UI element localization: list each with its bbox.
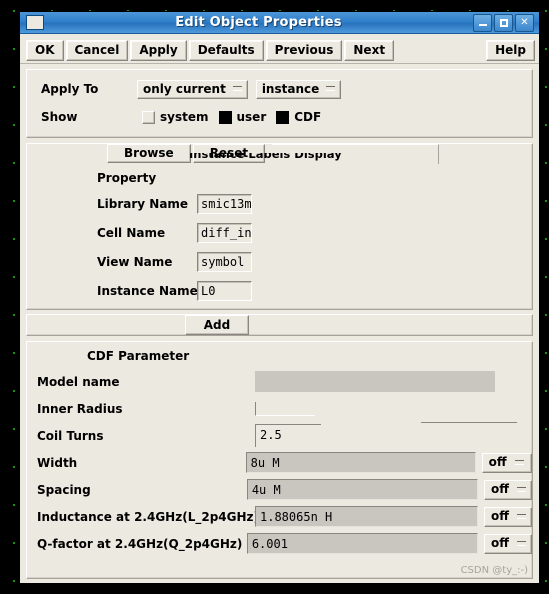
show-checkbox-system[interactable]: system	[142, 110, 209, 124]
inductance-toggle-dropdown[interactable]: off	[484, 506, 532, 527]
title-bar[interactable]: Edit Object Properties ✕	[20, 12, 539, 34]
inductance-toggle-value: off	[491, 509, 509, 523]
apply-button[interactable]: Apply	[130, 40, 187, 61]
cell-name-input[interactable]: diff_ind	[197, 222, 252, 243]
chevron-down-icon	[326, 86, 336, 91]
minimize-icon	[478, 24, 487, 26]
help-button[interactable]: Help	[486, 40, 535, 61]
chevron-down-icon	[517, 486, 526, 492]
property-row-view-name: View Name symbol	[27, 247, 532, 276]
width-toggle-value: off	[488, 455, 507, 469]
spacing-toggle-value: off	[491, 482, 509, 496]
chevron-down-icon	[517, 540, 526, 546]
window-menu-icon[interactable]	[26, 15, 44, 30]
add-bar-spacer	[27, 315, 185, 335]
browse-button[interactable]: Browse	[107, 144, 191, 163]
window-controls: ✕	[473, 13, 534, 32]
property-subtoolbar: Browse Reset Instance Labels Display	[27, 144, 532, 164]
ok-button[interactable]: OK	[26, 40, 64, 61]
maximize-button[interactable]	[494, 13, 513, 32]
cdf-row-model-name: Model name	[27, 368, 532, 395]
desktop-background: Edit Object Properties ✕ OK Cancel Apply…	[0, 0, 549, 594]
instance-name-input[interactable]: L0	[197, 280, 252, 301]
qfactor-input[interactable]: 6.001	[246, 533, 479, 554]
property-row-instance-name: Instance Name L0	[27, 276, 532, 305]
checkbox-checked-icon	[276, 110, 290, 124]
spacing-label: Spacing	[37, 482, 91, 497]
defaults-button[interactable]: Defaults	[188, 40, 264, 61]
cdf-row-qfactor: Q-factor at 2.4GHz(Q_2p4GHz) 6.001 off	[27, 530, 532, 557]
property-row-cell-name: Cell Name diff_ind	[27, 218, 532, 247]
cell-name-label: Cell Name	[97, 225, 166, 240]
checkbox-icon	[142, 110, 155, 124]
show-checkbox-system-label: system	[160, 110, 209, 124]
cdf-row-coil-turns: Coil Turns 2.5	[27, 422, 532, 449]
qfactor-toggle-dropdown[interactable]: off	[484, 533, 532, 554]
cdf-row-inductance: Inductance at 2.4GHz(L_2p4GHz) 1.88065n …	[27, 503, 532, 530]
coil-turns-label: Coil Turns	[37, 428, 104, 443]
show-checkbox-cdf[interactable]: CDF	[276, 110, 321, 124]
inner-radius-input[interactable]	[255, 401, 315, 416]
property-panel: Browse Reset Instance Labels Display Pro…	[26, 143, 533, 310]
apply-to-label: Apply To	[41, 82, 99, 96]
chevron-down-icon	[232, 86, 242, 91]
cdf-row-width: Width 8u M off	[27, 449, 532, 476]
subtoolbar-tail	[272, 144, 439, 164]
apply-target-value: instance	[261, 81, 320, 96]
apply-to-panel: Apply To only current instance Show syst…	[26, 69, 533, 138]
add-property-bar: Add	[26, 314, 533, 336]
show-checkbox-cdf-label: CDF	[294, 110, 322, 124]
inner-radius-label: Inner Radius	[37, 401, 123, 416]
previous-button[interactable]: Previous	[265, 40, 343, 61]
cdf-parameter-panel: CDF Parameter Model name Inner Radius Co…	[26, 341, 533, 579]
spacing-input[interactable]: 4u M	[246, 479, 479, 500]
apply-scope-value: only current	[143, 81, 226, 96]
show-checkbox-group: system user CDF	[142, 110, 331, 124]
edit-object-properties-window: Edit Object Properties ✕ OK Cancel Apply…	[19, 11, 540, 584]
cdf-row-inner-radius: Inner Radius	[27, 395, 532, 422]
width-input[interactable]: 8u M	[245, 452, 476, 473]
library-name-input[interactable]: smic13mmrf	[197, 193, 252, 214]
maximize-icon	[499, 18, 508, 27]
show-row: Show system user CDF	[27, 105, 532, 129]
dialog-body: Apply To only current instance Show syst…	[20, 64, 539, 583]
library-name-label: Library Name	[97, 196, 189, 211]
coil-turns-toggle-stub	[421, 422, 517, 430]
apply-target-dropdown[interactable]: instance	[255, 79, 342, 99]
qfactor-toggle-value: off	[491, 536, 509, 550]
view-name-input[interactable]: symbol	[197, 251, 252, 272]
coil-turns-input[interactable]: 2.5	[255, 424, 321, 447]
inductance-label: Inductance at 2.4GHz(L_2p4GHz)	[37, 509, 259, 524]
model-name-value[interactable]	[255, 371, 495, 392]
property-row-library-name: Library Name smic13mmrf	[27, 189, 532, 218]
minimize-button[interactable]	[473, 13, 492, 32]
inductance-input[interactable]: 1.88065n H	[255, 506, 479, 527]
cdf-heading: CDF Parameter	[87, 349, 190, 363]
cancel-button[interactable]: Cancel	[65, 40, 129, 61]
width-toggle-dropdown[interactable]: off	[481, 452, 532, 473]
width-label: Width	[37, 455, 78, 470]
show-checkbox-user-label: user	[236, 110, 267, 124]
property-heading: Property	[97, 171, 157, 185]
apply-to-row: Apply To only current instance	[27, 77, 532, 101]
checkbox-checked-icon	[218, 110, 232, 124]
chevron-down-icon	[514, 459, 524, 465]
show-label: Show	[41, 110, 78, 124]
show-checkbox-user[interactable]: user	[218, 110, 267, 124]
spacing-toggle-dropdown[interactable]: off	[484, 479, 532, 500]
model-name-label: Model name	[37, 374, 120, 389]
qfactor-label: Q-factor at 2.4GHz(Q_2p4GHz)	[37, 536, 243, 551]
add-button[interactable]: Add	[185, 315, 249, 335]
next-button[interactable]: Next	[344, 40, 395, 61]
instance-name-label: Instance Name	[97, 283, 198, 298]
chevron-down-icon	[517, 513, 526, 519]
apply-scope-dropdown[interactable]: only current	[137, 79, 248, 99]
action-toolbar: OK Cancel Apply Defaults Previous Next H…	[20, 34, 539, 64]
window-title: Edit Object Properties	[175, 15, 342, 30]
view-name-label: View Name	[97, 254, 173, 269]
close-button[interactable]: ✕	[515, 13, 534, 32]
watermark-text: CSDN @ty_:-)	[460, 565, 528, 576]
cdf-row-spacing: Spacing 4u M off	[27, 476, 532, 503]
